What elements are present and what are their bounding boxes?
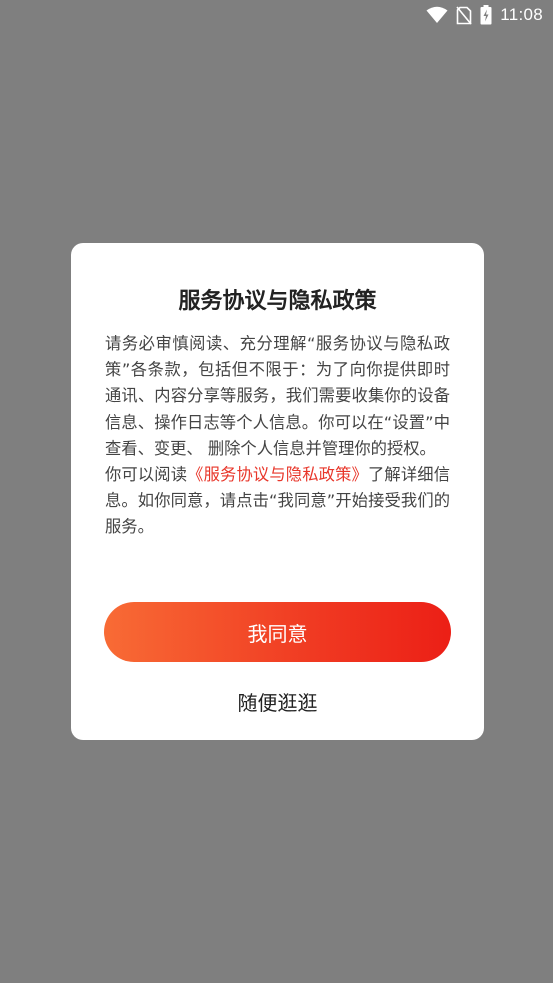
status-time: 11:08 xyxy=(500,5,543,24)
dialog-body: 请务必审慎阅读、充分理解“服务协议与隐私政策”各条款，包括但不限于：为了向你提供… xyxy=(105,331,450,541)
paragraph-2-prefix: 你可以阅读 xyxy=(105,465,188,485)
policy-link[interactable]: 《服务协议与隐私政策》 xyxy=(187,465,368,484)
browse-button[interactable]: 随便逛逛 xyxy=(104,681,451,721)
privacy-dialog: 服务协议与隐私政策 请务必审慎阅读、充分理解“服务协议与隐私政策”各条款，包括但… xyxy=(71,243,484,740)
wifi-icon xyxy=(426,6,448,24)
dialog-body-paragraph-2: 你可以阅读《服务协议与隐私政策》了解详细信息。如你同意，请点击“我同意”开始接受… xyxy=(105,462,450,541)
dialog-body-paragraph-1: 请务必审慎阅读、充分理解“服务协议与隐私政策”各条款，包括但不限于：为了向你提供… xyxy=(105,334,450,458)
status-bar: 11:08 xyxy=(0,0,553,32)
dialog-title: 服务协议与隐私政策 xyxy=(178,289,377,314)
agree-button[interactable]: 我同意 xyxy=(104,602,451,662)
battery-charging-icon xyxy=(480,5,492,25)
no-sim-icon xyxy=(456,5,472,25)
status-icons: 11:08 xyxy=(426,5,543,25)
